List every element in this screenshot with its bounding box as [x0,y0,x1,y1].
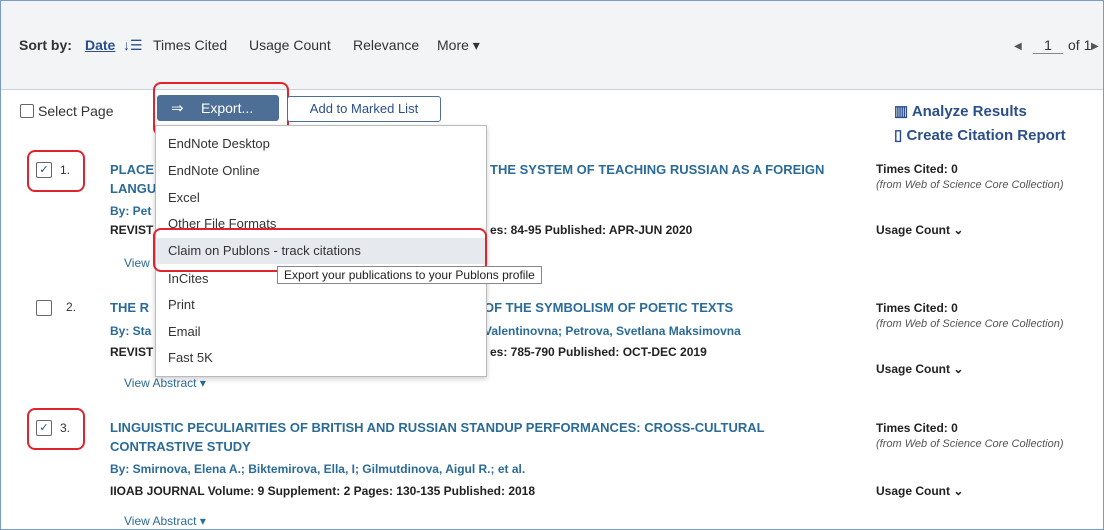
record-1-title-line2[interactable]: LANGU [110,181,156,196]
record-3-number: 3. [60,421,71,435]
record-1-view-abstract[interactable]: View [124,256,150,270]
create-citation-report-link[interactable]: ▯ Create Citation Report [894,126,1066,144]
sort-date-link[interactable]: Date [85,37,115,53]
record-2-source-details: es: 785-790 Published: OCT-DEC 2019 [490,345,707,359]
add-to-marked-list-button[interactable]: Add to Marked List [287,96,441,122]
record-2-usage-count[interactable]: Usage Count ⌄ [876,362,963,376]
export-menu-item-endnote-online[interactable]: EndNote Online [168,163,260,178]
select-page-checkbox[interactable] [20,104,34,123]
record-2-view-abstract[interactable]: View Abstract ▾ [124,376,206,390]
record-2-authors-end[interactable]: Valentinovna; Petrova, Svetlana Maksimov… [484,324,741,338]
analyze-results-icon: ▥ [894,103,909,120]
analyze-results-link[interactable]: ▥ Analyze Results [894,102,1027,120]
record-2-times-cited[interactable]: Times Cited: 0 [876,301,958,315]
record-3-title-line2[interactable]: CONTRASTIVE STUDY [110,439,251,454]
record-2-title-start[interactable]: THE R [110,300,149,315]
record-3-source: IIOAB JOURNAL Volume: 9 Supplement: 2 Pa… [110,484,536,498]
sort-times-cited-link[interactable]: Times Cited [153,37,227,53]
record-1-times-cited-note: (from Web of Science Core Collection) [876,179,1064,191]
export-menu-item-incites[interactable]: InCites [168,271,208,286]
sort-descending-icon[interactable]: ↓☰ [123,37,143,54]
export-menu-item-email[interactable]: Email [168,324,201,339]
export-menu-item-endnote-desktop[interactable]: EndNote Desktop [168,136,270,151]
next-page-icon[interactable]: ▶ [1091,41,1099,52]
record-1-usage-count[interactable]: Usage Count ⌄ [876,223,963,237]
record-2-times-cited-note: (from Web of Science Core Collection) [876,318,1064,330]
record-2-number: 2. [66,300,77,314]
record-3-title[interactable]: LINGUISTIC PECULIARITIES OF BRITISH AND … [110,420,765,435]
record-1-times-cited[interactable]: Times Cited: 0 [876,162,958,176]
sort-bar: Sort by: Date ↓☰ Times Cited Usage Count… [1,1,1103,90]
previous-page-icon[interactable]: ◀ [1014,41,1022,52]
record-1-source: REVIST [110,223,154,237]
record-3-usage-count[interactable]: Usage Count ⌄ [876,484,963,498]
export-menu-item-print[interactable]: Print [168,297,195,312]
select-page-label: Select Page [38,103,114,119]
record-3-authors[interactable]: By: Smirnova, Elena A.; Biktemirova, Ell… [110,462,525,476]
record-1-number: 1. [60,163,71,177]
publons-tooltip: Export your publications to your Publons… [277,266,542,284]
sort-usage-count-link[interactable]: Usage Count [249,37,331,53]
record-3-view-abstract[interactable]: View Abstract ▾ [124,514,206,528]
record-3-checkbox[interactable]: ✓ [36,420,52,436]
record-2-authors[interactable]: By: Sta [110,324,151,338]
citation-report-icon: ▯ [894,127,903,144]
export-menu-item-fast-5k[interactable]: Fast 5K [168,350,213,365]
record-2-source: REVIST [110,345,154,359]
record-1-authors[interactable]: By: Pet [110,204,151,218]
record-1-source-details: es: 84-95 Published: APR-JUN 2020 [490,223,693,237]
record-2-checkbox[interactable] [36,300,52,316]
sort-relevance-link[interactable]: Relevance [353,37,419,53]
record-3-times-cited-note: (from Web of Science Core Collection) [876,438,1064,450]
record-1-title-end[interactable]: THE SYSTEM OF TEACHING RUSSIAN AS A FORE… [490,162,824,177]
sort-by-label: Sort by: [19,37,72,53]
record-1-checkbox[interactable]: ✓ [36,162,52,178]
record-3-times-cited[interactable]: Times Cited: 0 [876,421,958,435]
page-of-label: of 1 [1068,37,1092,53]
record-1-title-start[interactable]: PLACE [110,162,154,177]
page-number-input[interactable]: 1 [1033,37,1063,54]
sort-more-dropdown[interactable]: More ▾ [437,37,480,54]
export-menu-item-excel[interactable]: Excel [168,190,200,205]
record-2-title-end[interactable]: OF THE SYMBOLISM OF POETIC TEXTS [484,300,733,315]
